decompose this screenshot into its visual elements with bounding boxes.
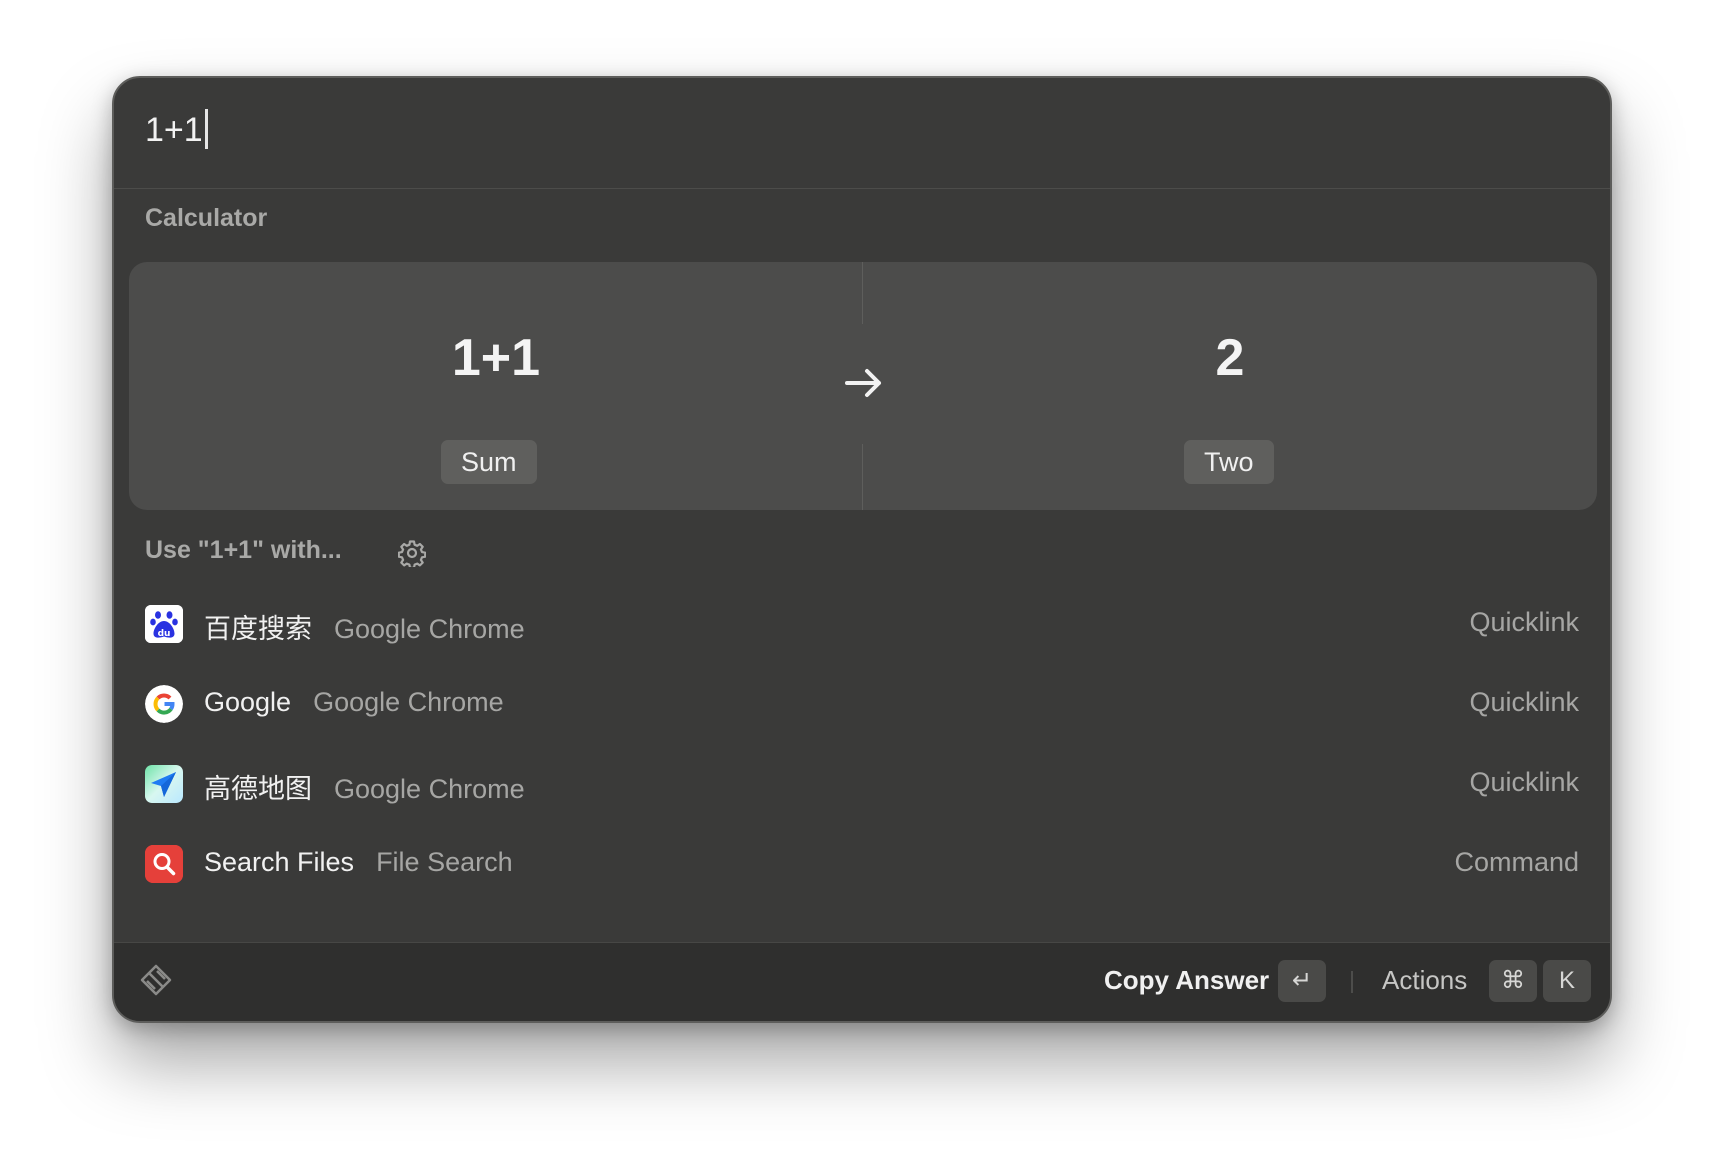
enter-key-badge: ↵	[1278, 960, 1326, 1002]
list-item-accessory: Quicklink	[1469, 687, 1579, 717]
k-key-badge: K	[1543, 960, 1591, 1002]
text-caret	[204, 109, 208, 149]
calculator-section-title: Calculator	[145, 204, 268, 232]
calculator-result-panel: 2 Two	[863, 262, 1597, 510]
list-item-title: Search Files File Search	[204, 847, 513, 877]
svg-text:du: du	[158, 629, 171, 639]
gear-icon[interactable]	[398, 539, 426, 567]
list-item-title: 高德地图 Google Chrome	[204, 774, 525, 804]
calculator-result-label: Two	[1184, 440, 1274, 484]
list-item-title: Google Google Chrome	[204, 687, 504, 717]
list-item-subtitle: Google Chrome	[313, 687, 504, 717]
google-icon	[145, 685, 183, 723]
list-item-search-files[interactable]: Search Files File Search Command	[114, 832, 1610, 896]
list-item-accessory: Command	[1454, 847, 1579, 877]
list-item-google[interactable]: Google Google Chrome Quicklink	[114, 672, 1610, 736]
fallback-header: Use "1+1" with...	[145, 530, 426, 570]
launcher-window: 1+1 Calculator 1+1 Sum 2 Two Use "1+1" w…	[112, 76, 1612, 1023]
search-bar[interactable]: 1+1	[114, 78, 1610, 189]
calculator-input-label: Sum	[441, 440, 537, 484]
calculator-answer: 2	[1215, 329, 1245, 387]
list-item-subtitle: Google Chrome	[334, 614, 525, 644]
calculator-result-card[interactable]: 1+1 Sum 2 Two	[129, 262, 1597, 510]
amap-icon	[145, 765, 183, 803]
copy-answer-label[interactable]: Copy Answer	[1104, 965, 1269, 996]
raycast-logo-icon[interactable]	[138, 962, 174, 998]
actions-label[interactable]: Actions	[1382, 965, 1467, 996]
list-item-accessory: Quicklink	[1469, 767, 1579, 797]
search-files-icon	[145, 845, 183, 883]
list-item-accessory: Quicklink	[1469, 607, 1579, 637]
baidu-icon: du	[145, 605, 183, 643]
list-item-subtitle: Google Chrome	[334, 774, 525, 804]
action-bar: Copy Answer ↵ Actions ⌘ K	[114, 942, 1610, 1021]
list-item-title: 百度搜索 Google Chrome	[204, 614, 525, 644]
list-item-subtitle: File Search	[376, 847, 513, 877]
footer-separator	[1351, 971, 1353, 993]
calculator-input-panel: 1+1 Sum	[129, 262, 863, 510]
list-item-baidu[interactable]: du 百度搜索 Google Chrome Quicklink	[114, 592, 1610, 656]
search-input[interactable]: 1+1	[145, 108, 208, 152]
calculator-expression: 1+1	[451, 329, 541, 387]
list-item-amap[interactable]: 高德地图 Google Chrome Quicklink	[114, 752, 1610, 816]
fallback-section-title: Use "1+1" with...	[145, 536, 342, 564]
search-query: 1+1	[145, 111, 203, 149]
command-key-badge: ⌘	[1489, 960, 1537, 1002]
